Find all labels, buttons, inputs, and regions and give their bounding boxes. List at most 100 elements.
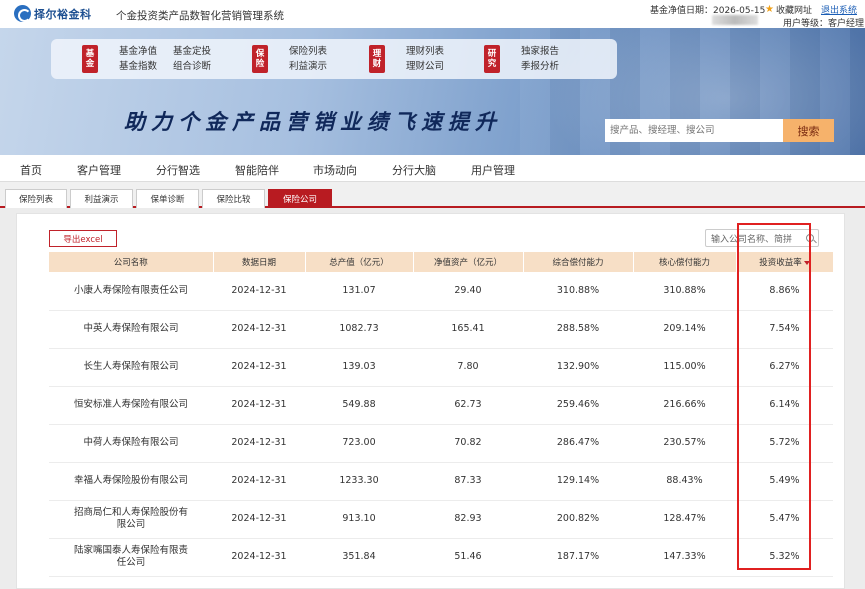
table-row[interactable]: 长生人寿保险有限公司 2024-12-31 139.03 7.80 132.90% 115… [49,348,833,387]
nav-branch-brain[interactable]: 分行大脑 [392,162,436,178]
user-name-redacted [712,15,758,25]
table-row[interactable]: 陆家嘴国泰人寿保险有限责任公司 2024-12-31 351.84 51.46 187.… [49,538,833,577]
menu-link-insurance-list[interactable]: 保险列表 [289,46,327,58]
cell-comprehensive-solvency: 187.17% [523,538,633,577]
favorite-link[interactable]: ★ 收藏网址 [765,3,812,16]
logo[interactable]: 择尔裕金科 [14,5,92,22]
cell-company-name[interactable]: 小康人寿保险有限责任公司 [49,272,213,311]
cell-investment-return: 5.47% [736,500,833,539]
nav-home[interactable]: 首页 [20,162,42,178]
col-total-output[interactable]: 总产值（亿元） [305,252,414,272]
cell-core-solvency: 147.33% [633,538,736,577]
cell-total-output [305,576,413,588]
cell-core-solvency: 230.57% [633,424,736,463]
top-bar: 择尔裕金科 个金投资类产品数智化营销管理系统 基金净值日期：2026-05-15… [0,0,865,29]
col-data-date[interactable]: 数据日期 [213,252,306,272]
cell-company-name[interactable]: 中英人寿保险有限公司 [49,310,213,349]
cell-investment-return: 5.72% [736,424,833,463]
table-header-row: 公司名称 数据日期 总产值（亿元） 净值资产（亿元） 综合偿付能力 核心偿付能力… [49,252,834,272]
cell-core-solvency [633,576,736,588]
cell-total-output: 1082.73 [305,310,413,349]
cell-core-solvency: 209.14% [633,310,736,349]
nav-branch-selection[interactable]: 分行智选 [156,162,200,178]
sort-desc-icon[interactable] [803,260,810,265]
cell-investment-return: 5.32% [736,538,833,577]
cell-company-name[interactable]: 幸福人寿保险股份有限公司 [49,462,213,501]
global-search-input[interactable] [605,119,783,142]
tab-benefit-demo[interactable]: 利益演示 [70,189,133,208]
company-table-card: 导出excel 输入公司名称、简拼 公司名称 数据日期 总产值（亿元） 净值资产… [16,213,845,589]
menu-link-benefit-demo[interactable]: 利益演示 [289,61,327,73]
logo-icon [14,5,31,22]
cell-investment-return [736,576,833,588]
menu-link-fund-nav[interactable]: 基金净值 [119,46,157,58]
nav-user-management[interactable]: 用户管理 [471,162,515,178]
col-company-name[interactable]: 公司名称 [49,252,214,272]
cell-company-name[interactable]: 长生人寿保险有限公司 [49,348,213,387]
logout-link[interactable]: 退出系统 [821,3,857,16]
menu-group-fund: 基金 基金净值 基金定投 基金指数 组合诊断 [82,45,211,73]
menu-link-wealth-list[interactable]: 理财列表 [406,46,444,58]
menu-link-fund-index[interactable]: 基金指数 [119,61,157,73]
company-search-input[interactable]: 输入公司名称、简拼 [705,229,819,247]
main-nav: 首页 客户管理 分行智选 智能陪伴 市场动向 分行大脑 用户管理 [0,155,865,182]
table-row[interactable]: 小康人寿保险有限责任公司 2024-12-31 131.07 29.40 310.88%… [49,272,833,311]
table-row[interactable]: 中银三星人寿保险有限公司 [49,576,833,588]
global-search-button[interactable]: 搜索 [783,119,834,142]
cell-data-date: 2024-12-31 [213,462,305,501]
cell-total-output: 131.07 [305,272,413,311]
system-title: 个金投资类产品数智化营销管理系统 [116,10,284,22]
cell-net-assets: 82.93 [413,500,523,539]
cell-company-name[interactable]: 中银三星人寿保险有限公司 [49,576,213,588]
menu-group-wealth: 理财 理财列表 理财公司 [369,45,444,73]
cell-total-output: 139.03 [305,348,413,387]
col-net-assets[interactable]: 净值资产（亿元） [413,252,524,272]
cell-data-date [213,576,305,588]
cell-company-name[interactable]: 恒安标准人寿保险有限公司 [49,386,213,425]
table-row[interactable]: 恒安标准人寿保险有限公司 2024-12-31 549.88 62.73 259.46%… [49,386,833,425]
cell-net-assets: 51.46 [413,538,523,577]
cell-investment-return: 5.49% [736,462,833,501]
cell-core-solvency: 115.00% [633,348,736,387]
group-tag-fund: 基金 [82,45,98,73]
cell-total-output: 913.10 [305,500,413,539]
cell-data-date: 2024-12-31 [213,348,305,387]
cell-total-output: 549.88 [305,386,413,425]
search-icon[interactable] [806,234,814,242]
col-core-solvency[interactable]: 核心偿付能力 [633,252,737,272]
tab-insurance-list[interactable]: 保险列表 [5,189,67,208]
banner-slogan: 助力个金产品营销业绩飞速提升 [124,110,502,134]
favorite-label: 收藏网址 [775,6,812,16]
group-tag-wealth: 理财 [369,45,385,73]
menu-group-research: 研究 独家报告 季报分析 [484,45,559,73]
group-tag-insurance: 保险 [252,45,268,73]
menu-link-exclusive-report[interactable]: 独家报告 [521,46,559,58]
col-investment-return[interactable]: 投资收益率 [736,252,834,272]
tab-insurance-company[interactable]: 保险公司 [268,189,332,208]
cell-net-assets [413,576,523,588]
col-comprehensive-solvency[interactable]: 综合偿付能力 [523,252,634,272]
nav-smart-companion[interactable]: 智能陪伴 [235,162,279,178]
cell-comprehensive-solvency: 129.14% [523,462,633,501]
cell-core-solvency: 88.43% [633,462,736,501]
cell-company-name[interactable]: 陆家嘴国泰人寿保险有限责任公司 [49,538,213,577]
cell-net-assets: 62.73 [413,386,523,425]
table-row[interactable]: 招商局仁和人寿保险股份有限公司 2024-12-31 913.10 82.93 200.… [49,500,833,539]
menu-link-portfolio-diagnosis[interactable]: 组合诊断 [173,61,211,73]
cell-company-name[interactable]: 中荷人寿保险有限公司 [49,424,213,463]
table-row[interactable]: 幸福人寿保险股份有限公司 2024-12-31 1233.30 87.33 129.14… [49,462,833,501]
tab-insurance-compare[interactable]: 保险比较 [202,189,265,208]
cell-company-name[interactable]: 招商局仁和人寿保险股份有限公司 [49,500,213,539]
tab-policy-diagnosis[interactable]: 保单诊断 [136,189,199,208]
export-excel-button[interactable]: 导出excel [49,230,117,247]
menu-link-wealth-company[interactable]: 理财公司 [406,61,444,73]
cell-core-solvency: 310.88% [633,272,736,311]
company-search-placeholder: 输入公司名称、简拼 [711,234,793,245]
table-row[interactable]: 中英人寿保险有限公司 2024-12-31 1082.73 165.41 288.58%… [49,310,833,349]
quick-menu-panel: 基金 基金净值 基金定投 基金指数 组合诊断 保险 保险列表 利益演示 理财 理… [51,39,617,79]
menu-link-quarterly-analysis[interactable]: 季报分析 [521,61,559,73]
nav-market-trends[interactable]: 市场动向 [313,162,357,178]
nav-customer-management[interactable]: 客户管理 [77,162,121,178]
table-row[interactable]: 中荷人寿保险有限公司 2024-12-31 723.00 70.82 286.47% 23… [49,424,833,463]
menu-link-fund-fixed-invest[interactable]: 基金定投 [173,46,211,58]
